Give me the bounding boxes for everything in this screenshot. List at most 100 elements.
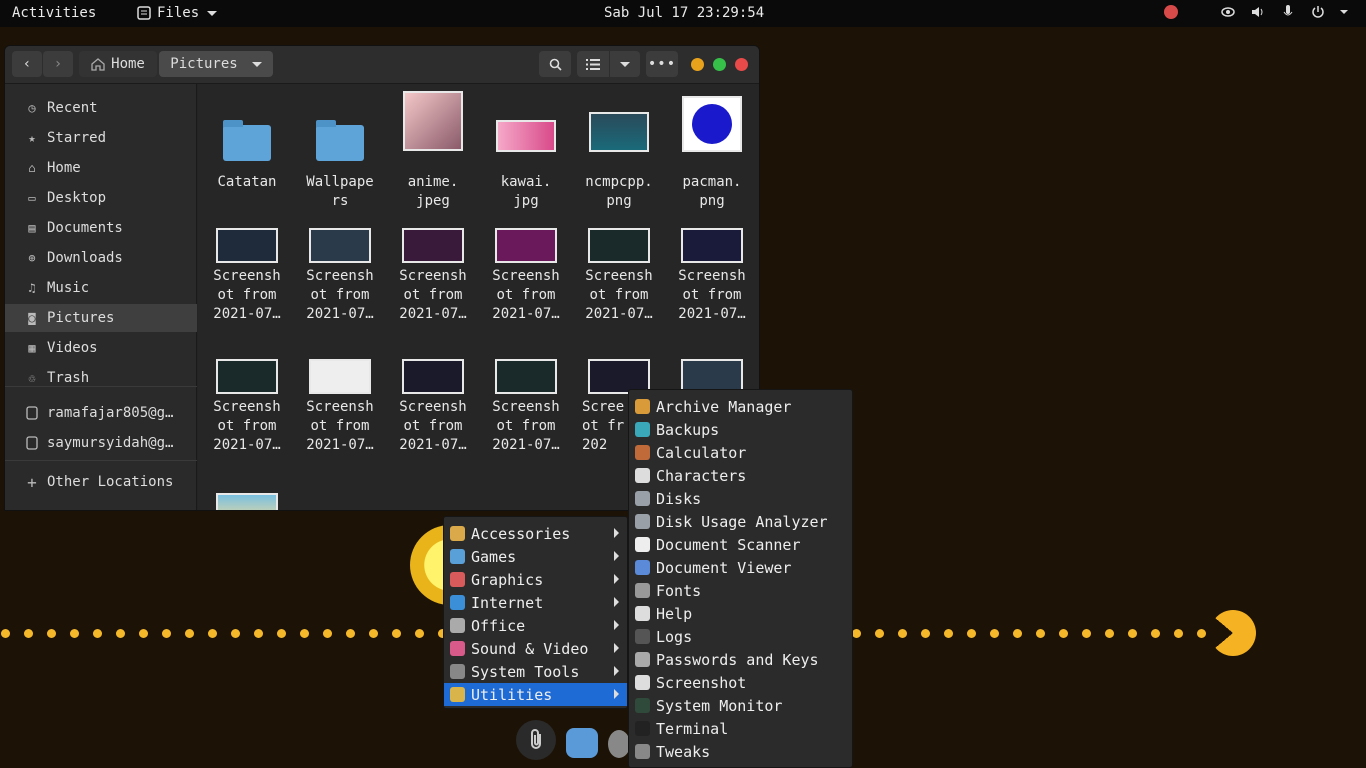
sidebar-item-label: Music (47, 280, 90, 296)
app-icon (635, 422, 650, 437)
screenshot-file-item[interactable]: Screensh ot from 2021-07… (574, 228, 664, 324)
dock-attachment-icon[interactable] (516, 720, 556, 760)
category-icon (450, 687, 465, 702)
menu-category-graphics[interactable]: Graphics (444, 568, 627, 591)
maximize-button[interactable] (713, 58, 726, 71)
file-item[interactable]: anime. jpeg (388, 91, 478, 211)
applications-menu: Accessories Games Graphics Internet Office So… (443, 516, 628, 709)
menu-item-system-monitor[interactable]: System Monitor (629, 694, 852, 717)
power-icon[interactable] (1310, 4, 1326, 20)
microphone-icon[interactable] (1280, 4, 1296, 20)
sidebar-item-account[interactable]: saymursyidah@g… (5, 429, 197, 457)
sidebar-item-account[interactable]: ramafajar805@g… (5, 399, 197, 427)
menu-item-screenshot[interactable]: Screenshot (629, 671, 852, 694)
menu-item-disks[interactable]: Disks (629, 487, 852, 510)
menu-item-tweaks[interactable]: Tweaks (629, 740, 852, 763)
menu-item-label: Document Scanner (656, 535, 801, 554)
sidebar-item-desktop[interactable]: ▭ Desktop (5, 184, 197, 212)
view-options-button[interactable] (610, 51, 640, 77)
screenshot-file-item[interactable]: Screensh ot from 2021-07… (202, 228, 292, 324)
menu-item-logs[interactable]: Logs (629, 625, 852, 648)
forward-button[interactable]: › (43, 51, 73, 77)
back-button[interactable]: ‹ (12, 51, 42, 77)
sidebar-item-pictures[interactable]: ◙ Pictures (5, 304, 197, 332)
recording-indicator-icon[interactable] (1164, 5, 1178, 19)
folder-item[interactable]: Catatan (202, 94, 292, 192)
image-thumbnail (496, 120, 556, 152)
sidebar-item-music[interactable]: ♫ Music (5, 274, 197, 302)
sidebar-item-documents[interactable]: ▤ Documents (5, 214, 197, 242)
file-name: Screensh ot from 2021-07… (213, 268, 281, 322)
volume-icon[interactable] (1250, 4, 1266, 20)
screenshot-file-item[interactable]: Screensh ot from 2021-07… (481, 359, 571, 455)
menu-item-passwords-and-keys[interactable]: Passwords and Keys (629, 648, 852, 671)
minimize-button[interactable] (691, 58, 704, 71)
file-item[interactable] (202, 493, 292, 510)
sidebar-item-label: Desktop (47, 190, 107, 206)
file-item[interactable]: pacman. png (667, 94, 757, 211)
menu-item-fonts[interactable]: Fonts (629, 579, 852, 602)
menu-item-label: Backups (656, 420, 720, 439)
wallpaper-dot (185, 629, 194, 638)
menu-item-label: Archive Manager (656, 397, 792, 416)
screenshot-file-item[interactable]: Screensh ot from 2021-07… (295, 228, 385, 324)
menu-item-characters[interactable]: Characters (629, 464, 852, 487)
menu-item-help[interactable]: Help (629, 602, 852, 625)
sidebar-item-starred[interactable]: ★ Starred (5, 124, 197, 152)
file-name: Screensh ot from 2021-07… (306, 399, 374, 453)
file-item[interactable]: ncmpcpp. png (574, 94, 664, 211)
menu-category-accessories[interactable]: Accessories (444, 522, 627, 545)
screenshot-file-item[interactable]: Screensh ot from 2021-07… (388, 228, 478, 324)
breadcrumb-home[interactable]: Home (79, 51, 157, 77)
menu-item-terminal[interactable]: Terminal (629, 717, 852, 740)
menu-category-office[interactable]: Office (444, 614, 627, 637)
search-button[interactable] (539, 51, 571, 77)
menu-category-system-tools[interactable]: System Tools (444, 660, 627, 683)
home-icon: ⌂ (28, 161, 36, 175)
dock-settings-icon[interactable] (608, 730, 630, 758)
sidebar-item-home[interactable]: ⌂ Home (5, 154, 197, 182)
chevron-down-icon[interactable] (1340, 4, 1348, 20)
dock-files-icon[interactable] (566, 728, 598, 758)
sidebar-item-downloads[interactable]: ⊕ Downloads (5, 244, 197, 272)
menu-item-document-viewer[interactable]: Document Viewer (629, 556, 852, 579)
menu-category-games[interactable]: Games (444, 545, 627, 568)
close-button[interactable] (735, 58, 748, 71)
app-icon (635, 744, 650, 759)
screenshot-file-item[interactable]: Screensh ot from 2021-07… (388, 359, 478, 455)
sidebar-item-videos[interactable]: ▦ Videos (5, 334, 197, 362)
image-thumbnail (403, 91, 463, 151)
clock[interactable]: Sab Jul 17 23:29:54 (604, 5, 764, 21)
menu-item-document-scanner[interactable]: Document Scanner (629, 533, 852, 556)
sidebar-item-other-locations[interactable]: + Other Locations (5, 468, 197, 496)
sidebar-item-trash[interactable]: ♲ Trash (5, 364, 197, 392)
menu-item-archive-manager[interactable]: Archive Manager (629, 395, 852, 418)
file-item[interactable]: kawai. jpg (481, 94, 571, 211)
menu-button[interactable]: ••• (646, 51, 678, 77)
list-view-button[interactable] (577, 51, 609, 77)
plus-icon: + (27, 472, 37, 492)
breadcrumb-current[interactable]: Pictures (159, 51, 273, 77)
file-name: Screensh ot from 2021-07… (399, 268, 467, 322)
screenshot-file-item[interactable]: Screensh ot from 2021-07… (202, 359, 292, 455)
image-thumbnail (589, 112, 649, 152)
screenshot-file-item[interactable]: Screensh ot from 2021-07… (667, 228, 757, 324)
app-icon (635, 606, 650, 621)
file-name: Catatan (217, 174, 277, 190)
menu-category-sound-video[interactable]: Sound & Video (444, 637, 627, 660)
system-tray[interactable] (1164, 4, 1348, 20)
sidebar-item-recent[interactable]: ◷ Recent (5, 94, 197, 122)
menu-item-calculator[interactable]: Calculator (629, 441, 852, 464)
activities-button[interactable]: Activities (12, 5, 96, 21)
screenshot-file-item[interactable]: Screensh ot from 2021-07… (481, 228, 571, 324)
menu-item-backups[interactable]: Backups (629, 418, 852, 441)
screenshot-file-item[interactable]: Screensh ot from 2021-07… (295, 359, 385, 455)
menu-category-internet[interactable]: Internet (444, 591, 627, 614)
menu-item-label: Games (471, 547, 517, 566)
app-menu[interactable]: Files (137, 5, 218, 21)
eye-icon[interactable] (1220, 4, 1236, 20)
wallpaper-dot (231, 629, 240, 638)
folder-item[interactable]: Wallpape rs (295, 94, 385, 211)
menu-item-disk-usage-analyzer[interactable]: Disk Usage Analyzer (629, 510, 852, 533)
menu-category-utilities[interactable]: Utilities (444, 683, 627, 706)
